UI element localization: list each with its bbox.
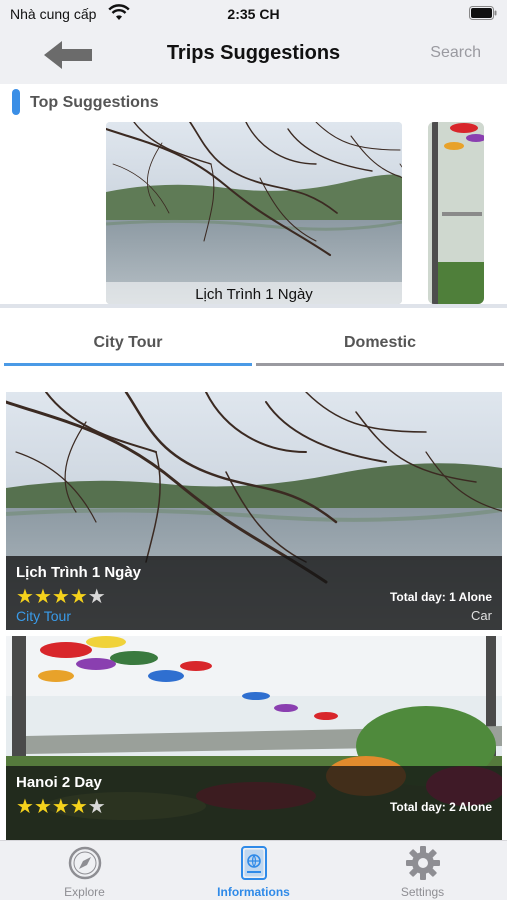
compass-icon [68, 846, 102, 880]
tab-domestic[interactable]: Domestic [256, 320, 504, 368]
clock: 2:35 CH [227, 6, 280, 22]
star-icon: ★ [69, 586, 88, 608]
section-marker [12, 89, 20, 115]
gear-icon [406, 846, 440, 880]
total-days: Total day: 2 Alone [389, 800, 492, 814]
lake-photo [106, 122, 402, 304]
top-suggestions-heading: Top Suggestions [30, 94, 159, 111]
trip-card[interactable]: Lịch Trình 1 Ngày ★★★★★ Total day: 1 Alo… [6, 392, 502, 630]
star-icon: ★ [51, 796, 70, 818]
tab-indicator [256, 363, 504, 366]
top-suggestions-header: Top Suggestions [0, 84, 507, 120]
trip-info-overlay: Hanoi 2 Day ★★★★★ Total day: 2 Alone [6, 766, 502, 840]
star-icon: ★ [33, 796, 52, 818]
suggestion-caption: Lịch Trình 1 Ngày [106, 282, 402, 304]
star-icon: ★ [69, 796, 88, 818]
total-days: Total day: 1 Alone [389, 590, 492, 604]
tab-city-tour[interactable]: City Tour [4, 320, 252, 368]
passport-icon [241, 846, 267, 880]
trip-transport: Car [471, 608, 492, 623]
top-suggestions-carousel[interactable]: Lịch Trình 1 Ngày [0, 120, 507, 306]
star-icon: ★ [16, 796, 34, 818]
tab-label: Settings [400, 885, 445, 899]
trip-category: City Tour [16, 608, 71, 624]
star-icon: ★ [16, 586, 34, 608]
suggestion-card[interactable]: Lịch Trình 1 Ngày [106, 122, 402, 304]
star-rating: ★★★★★ [16, 584, 106, 609]
star-icon: ★ [33, 586, 52, 608]
navigation-bar: Trips Suggestions Search [0, 28, 507, 84]
star-rating: ★★★★★ [16, 794, 106, 819]
park-photo [428, 122, 484, 304]
bottom-tab-bar: Explore Informations Settings [0, 840, 507, 900]
tab-label: Explore [64, 885, 105, 899]
trip-name: Lịch Trình 1 Ngày [16, 564, 142, 581]
battery-icon [469, 6, 497, 20]
tab-label: Informations [217, 885, 290, 899]
suggestion-card-peek[interactable] [428, 122, 484, 304]
trip-card[interactable]: Hanoi 2 Day ★★★★★ Total day: 2 Alone [6, 636, 502, 840]
tab-explore[interactable]: Explore [0, 841, 169, 900]
carousel-divider [0, 304, 507, 308]
star-icon: ★ [51, 586, 70, 608]
star-icon: ★ [87, 796, 106, 818]
status-bar: Nhà cung cấp 2:35 CH [0, 0, 507, 28]
search-button[interactable]: Search [430, 44, 481, 62]
trip-info-overlay: Lịch Trình 1 Ngày ★★★★★ Total day: 1 Alo… [6, 556, 502, 630]
trip-name: Hanoi 2 Day [16, 774, 102, 791]
tab-informations[interactable]: Informations [169, 841, 338, 900]
category-tabs: City Tour Domestic [0, 320, 507, 370]
tab-label: City Tour [93, 334, 163, 351]
tab-settings[interactable]: Settings [338, 841, 507, 900]
tab-indicator-active [4, 363, 252, 366]
tab-label: Domestic [343, 334, 417, 351]
star-icon: ★ [87, 586, 106, 608]
